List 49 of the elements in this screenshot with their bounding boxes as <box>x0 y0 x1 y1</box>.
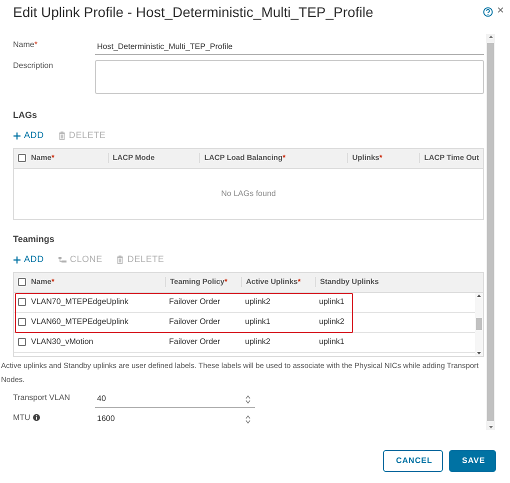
table-cell: uplink2 <box>245 297 270 306</box>
select-all-checkbox[interactable] <box>18 278 26 286</box>
number-field[interactable]: 40 <box>95 392 255 408</box>
description-field[interactable] <box>95 60 484 94</box>
table-cell: Failover Order <box>169 317 220 326</box>
close-button[interactable]: × <box>492 3 504 17</box>
scrollbar[interactable] <box>486 34 495 430</box>
table-cell: uplink2 <box>319 317 344 326</box>
plus-icon[interactable] <box>13 256 21 264</box>
add-button[interactable]: ADD <box>13 129 44 143</box>
table-cell: Failover Order <box>169 297 220 306</box>
table-cell: VLAN70_MTEPEdgeUplink <box>31 296 128 308</box>
add-button[interactable]: ADD <box>13 252 44 266</box>
table-cell: Failover Order <box>169 337 220 346</box>
spinner-icon[interactable] <box>245 394 251 404</box>
info-icon[interactable] <box>33 414 40 422</box>
table-row[interactable]: VLAN70_MTEPEdgeUplink Failover Order uplink2 uplink1 <box>14 292 475 313</box>
row-checkbox[interactable] <box>18 318 26 326</box>
scroll-thumb[interactable] <box>487 43 494 421</box>
scroll-thumb[interactable] <box>476 318 482 330</box>
row-checkbox[interactable] <box>18 338 26 346</box>
table-row[interactable]: VLAN30_vMotion Failover Order uplink2 uplink1 <box>14 332 475 353</box>
table-scrollbar[interactable] <box>475 292 483 356</box>
field-label: Description <box>13 60 54 72</box>
table-cell: uplink1 <box>245 317 270 326</box>
empty-message: No LAGs found <box>221 188 276 200</box>
help-icon[interactable] <box>482 7 493 17</box>
dialog-title: Edit Uplink Profile - Host_Deterministic_Multi_TEP_Profile <box>13 3 374 21</box>
table-cell: VLAN60_MTEPEdgeUplink <box>31 316 128 328</box>
name-field[interactable]: Host_Deterministic_Multi_TEP_Profile <box>95 39 484 55</box>
scroll-down-icon[interactable] <box>476 350 482 356</box>
field-label: Transport VLAN <box>13 392 72 404</box>
spinner-icon[interactable] <box>245 414 251 424</box>
number-field[interactable]: 1600 <box>95 412 255 428</box>
save-button[interactable]: SAVE <box>449 450 496 472</box>
table-cell: uplink1 <box>319 297 344 306</box>
section-heading: LAGs <box>13 110 38 121</box>
scroll-up-icon[interactable] <box>488 34 494 39</box>
table-cell: VLAN30_vMotion <box>31 336 94 348</box>
table-cell: uplink1 <box>319 337 344 346</box>
select-all-checkbox[interactable] <box>18 154 26 162</box>
section-heading: Teamings <box>13 234 56 245</box>
field-label: MTU <box>13 412 95 424</box>
scroll-down-icon[interactable] <box>488 425 494 430</box>
cancel-button[interactable]: CANCEL <box>383 450 443 472</box>
table-cell: uplink2 <box>245 337 270 346</box>
row-checkbox[interactable] <box>18 298 26 306</box>
plus-icon[interactable] <box>13 132 21 140</box>
field-label: Name* <box>13 39 38 51</box>
